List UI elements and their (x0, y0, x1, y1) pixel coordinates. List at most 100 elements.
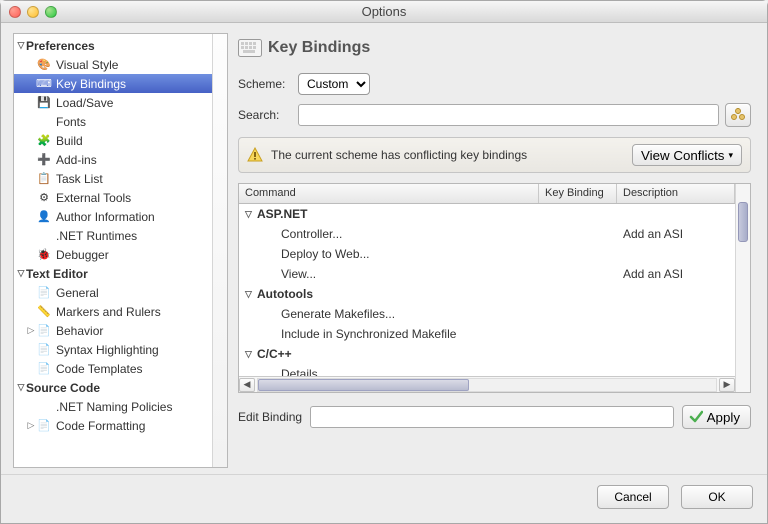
tree-item[interactable]: 🎨 Visual Style (14, 55, 212, 74)
tree-item-label: Add-ins (56, 153, 97, 167)
tree-item[interactable]: ⚙External Tools (14, 188, 212, 207)
col-command[interactable]: Command (239, 184, 539, 203)
palette-icon: 🎨 (36, 57, 52, 73)
tree-item[interactable]: 📄Syntax Highlighting (14, 340, 212, 359)
floppy-icon: 💾 (36, 95, 52, 111)
scheme-select[interactable]: Custom (298, 73, 370, 95)
sidebar-scrollbar[interactable] (212, 34, 227, 467)
tree-item[interactable]: ⌨Key Bindings (14, 74, 212, 93)
command-label: Controller... (281, 227, 342, 241)
group-label: C/C++ (257, 347, 292, 361)
tree-category[interactable]: ▽Preferences (14, 36, 212, 55)
scroll-thumb[interactable] (258, 379, 469, 391)
preferences-tree[interactable]: ▽Preferences🎨Visual Style⌨Key Bindings💾L… (14, 34, 212, 467)
col-description[interactable]: Description (617, 184, 735, 203)
dialog-footer: Cancel OK (1, 474, 767, 523)
table-row[interactable]: View... Add an ASI (239, 264, 735, 284)
disclosure-triangle-icon: ▽ (245, 289, 257, 300)
tree-item-label: External Tools (56, 191, 131, 205)
tree-item[interactable]: 📄 General (14, 283, 212, 302)
scroll-track[interactable] (257, 378, 717, 392)
panel-header: Key Bindings (234, 33, 755, 69)
tree-item[interactable]: 👤Author Information (14, 207, 212, 226)
col-keybinding[interactable]: Key Binding (539, 184, 617, 203)
tree-item[interactable]: ➕Add-ins (14, 150, 212, 169)
description-value: Add an ASI (623, 267, 683, 281)
tree-item-label: .NET Naming Policies (56, 400, 172, 414)
doc-icon: 📄 (36, 323, 52, 339)
vertical-scrollbar[interactable] (735, 184, 750, 392)
ok-button[interactable]: OK (681, 485, 753, 509)
tree-item[interactable]: .NET Runtimes (14, 226, 212, 245)
tree-item-label: Visual Style (56, 58, 118, 72)
table-row[interactable]: Deploy to Web... (239, 244, 735, 264)
tree-item[interactable]: ▷📄Code Formatting (14, 416, 212, 435)
table-row[interactable]: Include in Synchronized Makefile (239, 324, 735, 344)
tree-item-label: Syntax Highlighting (56, 343, 159, 357)
tree-item[interactable]: 🧩Build (14, 131, 212, 150)
scroll-right-arrow[interactable]: ▶ (719, 378, 735, 392)
apply-button[interactable]: Apply (682, 405, 751, 429)
disclosure-triangle-icon: ▽ (245, 349, 257, 360)
tree-item[interactable]: 💾 Load/Save (14, 93, 212, 112)
tree-item[interactable]: ▷📄Behavior (14, 321, 212, 340)
tree-item[interactable]: 📄Code Templates (14, 359, 212, 378)
tree-category[interactable]: ▽Text Editor (14, 264, 212, 283)
warning-icon (247, 147, 263, 163)
scheme-label: Scheme: (238, 77, 292, 91)
table-row[interactable]: Generate Makefiles... (239, 304, 735, 324)
tree-item[interactable]: Fonts (14, 112, 212, 131)
tree-item[interactable]: 📋Task List (14, 169, 212, 188)
tree-item-label: Build (56, 134, 83, 148)
command-label: Include in Synchronized Makefile (281, 327, 456, 341)
tree-item-label: General (56, 286, 99, 300)
disclosure-triangle-icon: ▽ (16, 40, 26, 51)
tree-item[interactable]: .NET Naming Policies (14, 397, 212, 416)
edit-binding-input[interactable] (310, 406, 674, 428)
table-row[interactable]: Controller...Add an ASI (239, 224, 735, 244)
sidebar: ▽Preferences🎨Visual Style⌨Key Bindings💾L… (13, 33, 228, 468)
command-label: View... (281, 267, 316, 281)
notice-text: The current scheme has conflicting key b… (271, 148, 624, 162)
cancel-button[interactable]: Cancel (597, 485, 669, 509)
search-input[interactable] (298, 104, 719, 126)
view-conflicts-button[interactable]: View Conflicts ▾ (632, 144, 742, 166)
tree-item-label: Fonts (56, 115, 86, 129)
main-panel: Key Bindings Scheme: Custom Search: (234, 33, 755, 468)
checklist-icon: 📋 (36, 171, 52, 187)
category-label: Preferences (26, 39, 95, 53)
command-label: Details... (281, 367, 328, 376)
tree-icon (731, 108, 745, 122)
command-label: Generate Makefiles... (281, 307, 395, 321)
disclosure-triangle-icon: ▽ (16, 382, 26, 393)
group-label: Autotools (257, 287, 313, 301)
scroll-left-arrow[interactable]: ◀ (239, 378, 255, 392)
table-row[interactable]: Details... (239, 364, 735, 376)
vscroll-thumb[interactable] (738, 202, 748, 242)
search-action-button[interactable] (725, 103, 751, 127)
tree-item-label: Author Information (56, 210, 155, 224)
split-pane: ▽Preferences🎨Visual Style⌨Key Bindings💾L… (1, 23, 767, 468)
tree-item-label: Load/Save (56, 96, 113, 110)
table-group-row[interactable]: ▽C/C++ (239, 344, 735, 364)
table-body[interactable]: ▽ASP.NETController...Add an ASIDeploy to… (239, 204, 735, 376)
chevron-down-icon: ▾ (728, 150, 733, 161)
tree-item-label: Code Formatting (56, 419, 145, 433)
tree-item-label: Code Templates (56, 362, 143, 376)
table-group-row[interactable]: ▽Autotools (239, 284, 735, 304)
bindings-table: Command Key Binding Description ▽ASP.NET… (239, 184, 735, 392)
horizontal-scrollbar[interactable]: ◀ ▶ (239, 376, 735, 392)
tree-item[interactable]: 🐞Debugger (14, 245, 212, 264)
table-group-row[interactable]: ▽ASP.NET (239, 204, 735, 224)
doc-icon: 📄 (36, 285, 52, 301)
edit-binding-label: Edit Binding (238, 410, 302, 424)
tree-category[interactable]: ▽Source Code (14, 378, 212, 397)
tree-item[interactable]: 📏Markers and Rulers (14, 302, 212, 321)
edit-binding-row: Edit Binding Apply (234, 397, 755, 433)
titlebar: Options (1, 1, 767, 23)
group-label: ASP.NET (257, 207, 307, 221)
bug-icon: 🐞 (36, 247, 52, 263)
options-window: Options ▽Preferences🎨Visual Style⌨Key Bi… (0, 0, 768, 524)
panel-title: Key Bindings (268, 39, 370, 57)
window-body: ▽Preferences🎨Visual Style⌨Key Bindings💾L… (1, 23, 767, 523)
